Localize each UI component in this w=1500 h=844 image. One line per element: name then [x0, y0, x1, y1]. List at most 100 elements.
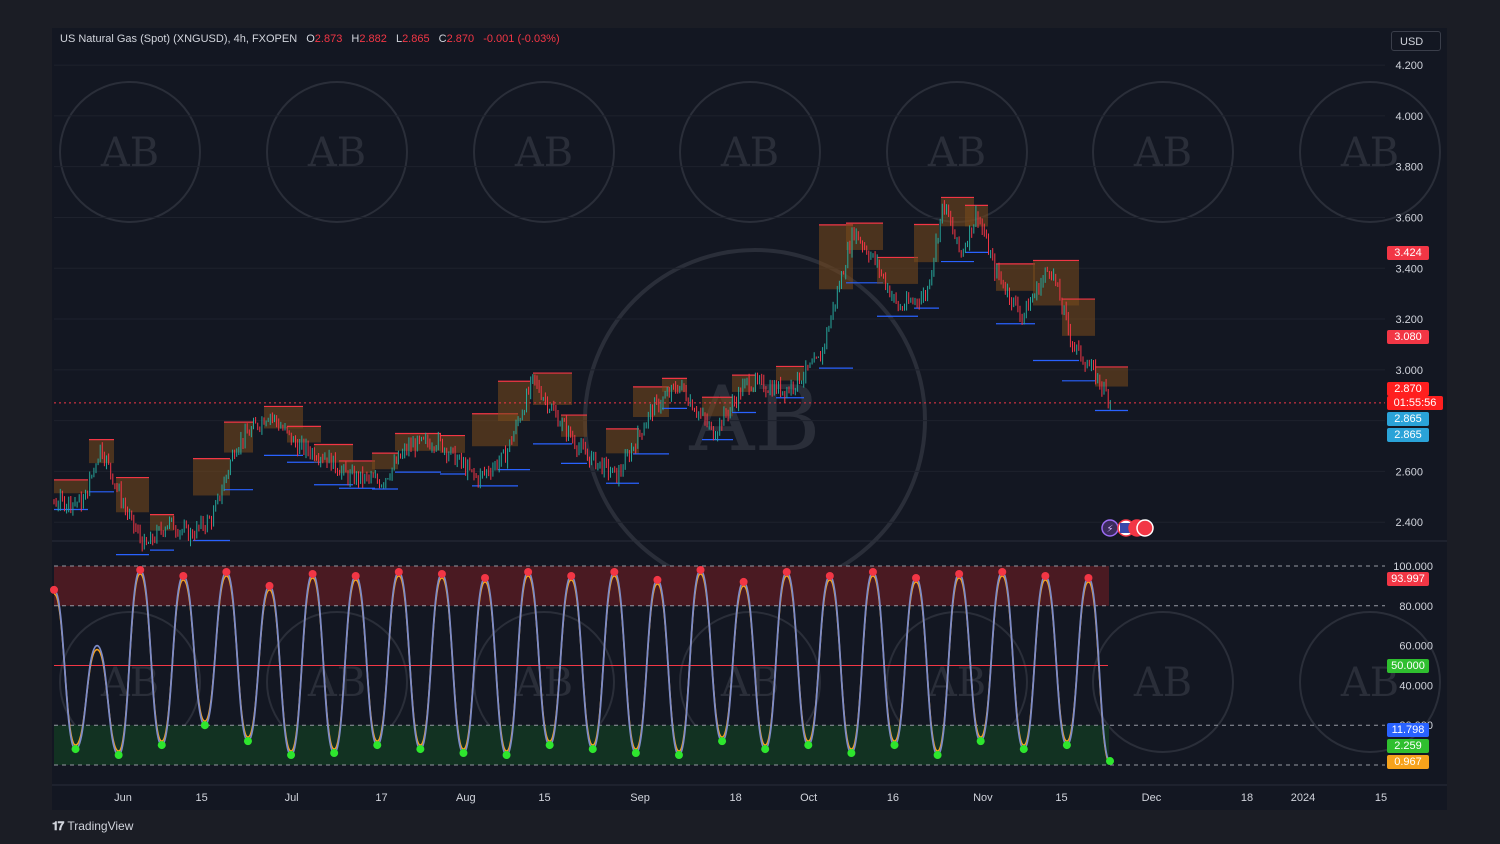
overbought-marker — [610, 567, 619, 576]
overbought-marker — [179, 571, 188, 580]
overbought-marker — [265, 581, 274, 590]
watermark-text: AB — [514, 130, 573, 176]
oversold-marker — [287, 751, 296, 760]
price-badge: 3.080 — [1387, 330, 1429, 344]
time-tick-label: Jul — [285, 792, 299, 804]
overbought-marker — [825, 571, 834, 580]
watermark-text: AB — [100, 130, 159, 176]
oversold-marker — [157, 741, 166, 750]
tradingview-logo[interactable]: 𝟏𝟕 TradingView — [52, 819, 133, 834]
oversold-marker — [674, 751, 683, 760]
oversold-marker — [373, 741, 382, 750]
oversold-marker — [631, 749, 640, 758]
oscillator-badge: 93.997 — [1387, 572, 1429, 586]
time-tick-label: 16 — [887, 792, 899, 804]
overbought-marker — [1084, 573, 1093, 582]
overbought-marker — [481, 573, 490, 582]
overbought-marker — [524, 567, 533, 576]
oversold-marker — [890, 741, 899, 750]
branding-label: TradingView — [67, 819, 134, 833]
oscillator-badge: 2.259 — [1387, 739, 1429, 753]
chart-area[interactable]: AB AB AB AB AB AB ABAB AB AB AB AB AB ABAB 4.2004.00… — [0, 0, 1500, 844]
oversold-marker — [545, 741, 554, 750]
time-tick-label: 17 — [375, 792, 387, 804]
overbought-marker — [394, 567, 403, 576]
range-box — [877, 257, 918, 284]
oversold-marker — [416, 745, 425, 754]
oversold-marker — [330, 749, 339, 758]
oversold-zone — [54, 725, 1109, 765]
overbought-marker — [782, 567, 791, 576]
watermark-text: AB — [1340, 130, 1399, 176]
time-tick-label: 2024 — [1291, 792, 1315, 804]
currency-selector[interactable]: USD — [1391, 31, 1441, 51]
watermark-text: AB — [307, 660, 366, 706]
oversold-marker — [1019, 745, 1028, 754]
range-box — [339, 460, 375, 474]
watermark-text: AB — [1133, 660, 1192, 706]
range-box — [561, 415, 587, 437]
time-tick-label: Sep — [630, 792, 650, 804]
high-value: 2.882 — [359, 33, 387, 45]
time-tick-label: Oct — [800, 792, 817, 804]
overbought-marker — [955, 569, 964, 578]
time-tick-label: 15 — [1055, 792, 1067, 804]
price-tick-label: 3.000 — [1395, 365, 1423, 377]
range-box — [996, 263, 1035, 291]
open-label: O — [306, 33, 315, 45]
oversold-marker — [71, 745, 80, 754]
time-tick-label: 15 — [538, 792, 550, 804]
overbought-marker — [912, 573, 921, 582]
price-tick-label: 4.000 — [1395, 111, 1423, 123]
oscillator-badge: 11.798 — [1387, 723, 1429, 737]
oversold-marker — [718, 737, 727, 746]
watermark-text: AB — [720, 130, 779, 176]
price-tick-label: 2.400 — [1395, 517, 1423, 529]
price-tick-label: 3.600 — [1395, 212, 1423, 224]
overbought-marker — [653, 575, 662, 584]
range-box — [150, 514, 174, 531]
low-value: 2.865 — [402, 33, 430, 45]
range-box — [662, 378, 687, 392]
svg-text:⚡: ⚡ — [1106, 524, 1113, 535]
price-badge: 01:55:56 — [1387, 396, 1443, 410]
oscillator-tick-label: 80.000 — [1399, 601, 1433, 613]
oversold-marker — [243, 737, 252, 746]
range-box — [1062, 299, 1095, 336]
overbought-marker — [739, 577, 748, 586]
price-badge: 3.424 — [1387, 246, 1429, 260]
oversold-marker — [588, 745, 597, 754]
overbought-marker — [696, 565, 705, 574]
watermark-text: AB — [927, 130, 986, 176]
overbought-marker — [1041, 571, 1050, 580]
oversold-marker — [847, 749, 856, 758]
range-box — [498, 381, 530, 422]
time-tick-label: 18 — [1241, 792, 1253, 804]
symbol-title: US Natural Gas (Spot) (XNGUSD), 4h, FXOP… — [60, 33, 298, 45]
time-tick-label: Nov — [973, 792, 993, 804]
overbought-zone — [54, 566, 1109, 606]
overbought-marker — [351, 571, 360, 580]
oversold-marker — [1062, 741, 1071, 750]
overbought-marker — [222, 567, 231, 576]
watermark-text: AB — [1133, 130, 1192, 176]
watermark-text: AB — [927, 660, 986, 706]
watermark-text: AB — [514, 660, 573, 706]
watermark-text: AB — [720, 660, 779, 706]
close-label: C — [438, 33, 447, 45]
oscillator-tick-label: 60.000 — [1399, 641, 1433, 653]
range-box — [914, 224, 939, 263]
price-tick-label: 3.800 — [1395, 162, 1423, 174]
oversold-marker — [933, 751, 942, 760]
overbought-marker — [308, 569, 317, 578]
oversold-marker — [761, 745, 770, 754]
overbought-marker — [437, 569, 446, 578]
price-badge: 2.865 — [1387, 412, 1429, 426]
change-value: -0.001 (-0.03%) — [483, 33, 560, 45]
event-flags[interactable]: ⚡ — [1101, 519, 1154, 537]
range-box — [732, 375, 756, 392]
oscillator-tick-label: 40.000 — [1399, 680, 1433, 692]
price-tick-label: 2.600 — [1395, 466, 1423, 478]
overbought-marker — [868, 567, 877, 576]
time-tick-label: Jun — [114, 792, 132, 804]
